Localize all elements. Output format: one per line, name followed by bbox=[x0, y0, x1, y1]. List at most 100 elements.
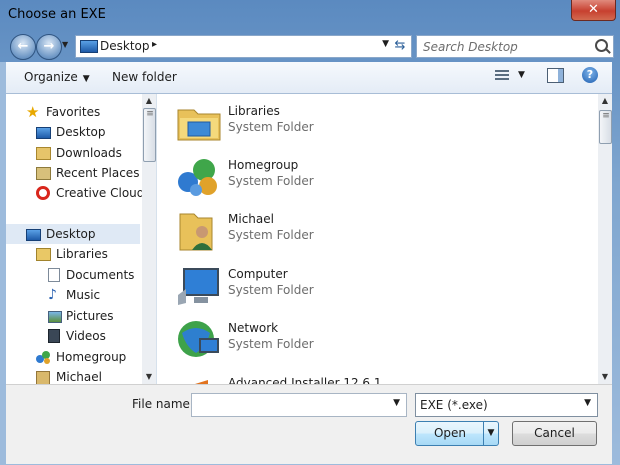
breadcrumb-chevron-icon[interactable]: ▸ bbox=[152, 39, 157, 50]
file-name: Michael bbox=[228, 212, 274, 226]
file-name: Homegroup bbox=[228, 158, 299, 172]
sidebar-item-label: Music bbox=[66, 288, 101, 302]
network-icon bbox=[176, 319, 222, 361]
title-bar[interactable]: Choose an EXE ✕ bbox=[0, 0, 620, 30]
user-folder-icon bbox=[176, 210, 222, 252]
chevron-down-icon: ▼ bbox=[584, 398, 591, 408]
desktop-icon bbox=[26, 229, 41, 241]
sidebar-item-label: Pictures bbox=[66, 309, 114, 323]
sidebar-item-label: Downloads bbox=[56, 146, 122, 160]
recent-places-icon bbox=[36, 167, 51, 180]
chevron-down-icon: ▼ bbox=[82, 74, 90, 84]
desktop-icon bbox=[36, 127, 51, 139]
sidebar-item-label: Michael bbox=[56, 370, 102, 384]
computer-icon bbox=[176, 265, 222, 307]
creative-cloud-icon bbox=[36, 186, 50, 200]
sidebar-item-label: Documents bbox=[66, 268, 135, 282]
recent-pages-dropdown[interactable]: ▼ bbox=[62, 40, 68, 49]
sidebar-item-label: Desktop bbox=[56, 125, 106, 139]
scroll-down-icon[interactable]: ▼ bbox=[142, 370, 156, 384]
scroll-up-icon[interactable]: ▲ bbox=[598, 94, 612, 108]
refresh-icon[interactable]: ⇆ bbox=[391, 37, 409, 55]
file-type: System Folder bbox=[228, 174, 314, 188]
open-options-dropdown[interactable]: ▼ bbox=[483, 422, 498, 445]
list-item[interactable]: Network System Folder bbox=[176, 315, 506, 365]
cancel-button[interactable]: Cancel bbox=[512, 421, 597, 446]
documents-icon bbox=[48, 268, 60, 282]
libraries-folder-icon bbox=[176, 102, 222, 144]
forward-button[interactable]: → bbox=[36, 34, 62, 60]
homegroup-icon bbox=[36, 350, 51, 364]
file-name-combobox[interactable]: ▼ bbox=[191, 393, 407, 417]
downloads-icon bbox=[36, 147, 51, 160]
forward-arrow-icon: → bbox=[43, 39, 55, 54]
file-name: Network bbox=[228, 321, 279, 335]
pictures-icon bbox=[48, 311, 62, 323]
navigation-bar: ← → ▼ Desktop ▸ ▼ ⇆ bbox=[0, 30, 620, 62]
file-list[interactable]: Libraries System Folder Homegroup System… bbox=[158, 94, 598, 384]
new-folder-button[interactable]: New folder bbox=[112, 70, 177, 84]
scrollbar-thumb[interactable] bbox=[599, 110, 612, 144]
scroll-down-icon[interactable]: ▼ bbox=[598, 370, 612, 384]
back-arrow-icon: ← bbox=[17, 39, 29, 54]
scrollbar-thumb[interactable] bbox=[143, 108, 156, 162]
change-view-icon[interactable] bbox=[495, 68, 511, 82]
videos-icon bbox=[48, 329, 60, 343]
list-item[interactable]: Computer System Folder bbox=[176, 261, 506, 311]
view-options-dropdown[interactable]: ▼ bbox=[518, 70, 525, 80]
chevron-down-icon[interactable]: ▼ bbox=[393, 398, 400, 408]
search-box[interactable] bbox=[416, 35, 614, 58]
file-name: Computer bbox=[228, 267, 288, 281]
sidebar-item-label: Recent Places bbox=[56, 166, 140, 180]
close-button[interactable]: ✕ bbox=[571, 0, 616, 21]
star-icon: ★ bbox=[26, 103, 40, 121]
music-icon: ♪ bbox=[48, 287, 57, 303]
user-icon bbox=[36, 371, 50, 384]
file-type: System Folder bbox=[228, 283, 314, 297]
file-name: Libraries bbox=[228, 104, 280, 118]
list-item[interactable]: Homegroup System Folder bbox=[176, 152, 506, 202]
command-bar: Organize ▼ New folder ▼ ? bbox=[6, 62, 612, 94]
window-title: Choose an EXE bbox=[8, 7, 106, 22]
list-item[interactable]: Libraries System Folder bbox=[176, 98, 506, 148]
search-input[interactable] bbox=[421, 38, 593, 56]
file-name-label: File name: bbox=[132, 397, 194, 411]
address-dropdown[interactable]: ▼ bbox=[382, 39, 389, 49]
dialog-window: Choose an EXE ✕ ← → ▼ Desktop ▸ ▼ ⇆ Orga… bbox=[0, 0, 620, 465]
file-list-scrollbar[interactable]: ▲ ▼ bbox=[598, 94, 612, 384]
sidebar-item-desktop-root[interactable]: Desktop bbox=[6, 224, 140, 244]
list-item[interactable]: Michael System Folder bbox=[176, 206, 506, 256]
file-type: System Folder bbox=[228, 228, 314, 242]
search-icon[interactable] bbox=[595, 39, 608, 52]
list-item[interactable]: Advanced Installer 12.6.1 bbox=[176, 370, 506, 384]
file-type-select[interactable]: EXE (*.exe) ▼ bbox=[415, 393, 598, 417]
file-name-field[interactable] bbox=[195, 397, 379, 413]
organize-label: Organize bbox=[24, 70, 78, 84]
open-button-label: Open bbox=[433, 426, 467, 440]
address-location[interactable]: Desktop bbox=[100, 39, 150, 53]
sidebar-item-label: Creative Cloud F bbox=[56, 186, 156, 200]
desktop-icon bbox=[80, 40, 98, 53]
file-type-value: EXE (*.exe) bbox=[420, 398, 488, 412]
sidebar-item-label: Libraries bbox=[56, 247, 108, 261]
back-button[interactable]: ← bbox=[10, 34, 36, 60]
navigation-pane[interactable]: ★ Favorites Desktop Downloads Recent Pla… bbox=[6, 94, 157, 384]
help-icon[interactable]: ? bbox=[582, 67, 598, 83]
dialog-content: Organize ▼ New folder ▼ ? ★ Favorites Des… bbox=[6, 62, 612, 464]
sidebar-item-label: Favorites bbox=[46, 105, 101, 119]
installer-icon bbox=[176, 374, 222, 384]
file-type: System Folder bbox=[228, 120, 314, 134]
sidebar-item-label: Desktop bbox=[46, 227, 96, 241]
file-name: Advanced Installer 12.6.1 bbox=[228, 376, 382, 384]
sidebar-item-label: Videos bbox=[66, 329, 106, 343]
navigation-pane-scrollbar[interactable]: ▲ ▼ bbox=[142, 94, 156, 384]
organize-button[interactable]: Organize ▼ bbox=[24, 70, 90, 84]
scroll-up-icon[interactable]: ▲ bbox=[142, 94, 156, 108]
address-bar[interactable]: Desktop ▸ ▼ ⇆ bbox=[75, 35, 412, 58]
dialog-footer: File name: ▼ EXE (*.exe) ▼ Open ▼ Cancel bbox=[6, 384, 612, 464]
libraries-icon bbox=[36, 248, 51, 261]
preview-pane-icon[interactable] bbox=[547, 68, 564, 83]
open-button[interactable]: Open ▼ bbox=[415, 421, 499, 446]
homegroup-icon bbox=[176, 156, 222, 198]
file-type: System Folder bbox=[228, 337, 314, 351]
